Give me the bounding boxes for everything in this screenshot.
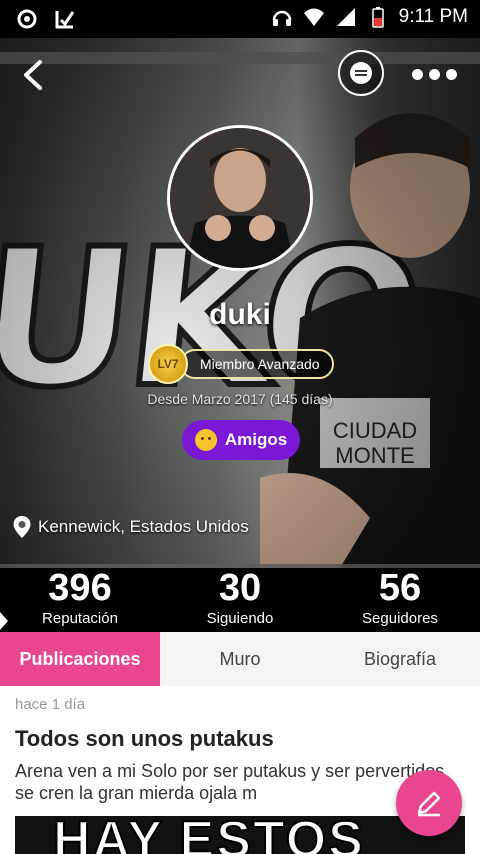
tab-muro[interactable]: Muro: [160, 632, 320, 686]
compose-button[interactable]: [396, 770, 462, 836]
stat-reputation[interactable]: 396 Reputación: [0, 568, 160, 632]
location-text: Kennewick, Estados Unidos: [38, 517, 249, 536]
avatar-photo: [170, 128, 310, 268]
post-title[interactable]: Todos son unos putakus: [15, 726, 274, 752]
friends-button[interactable]: Amigos: [182, 420, 300, 460]
post-timestamp: hace 1 día: [15, 696, 86, 713]
post-image[interactable]: HAY ESTOS: [15, 816, 465, 854]
stat-value: 56: [378, 567, 422, 609]
profile-stats: 396 Reputación 30 Siguiendo 56 Seguidore…: [0, 568, 480, 632]
tab-publicaciones[interactable]: Publicaciones: [0, 632, 160, 686]
post-image-text: HAY ESTOS: [52, 816, 365, 854]
location: Kennewick, Estados Unidos: [12, 515, 249, 539]
stat-value: 30: [218, 567, 262, 609]
status-bar: 9:11 PM: [0, 0, 480, 38]
stat-label: Siguiendo: [206, 610, 274, 627]
tab-biografia[interactable]: Biografía: [320, 632, 480, 686]
svg-text:MONTE: MONTE: [335, 443, 414, 468]
clock: 9:11 PM: [398, 6, 468, 27]
level-badge-row[interactable]: LV7 Miembro Avanzado: [148, 344, 334, 384]
level-crown-icon: LV7: [148, 344, 188, 384]
dot-icon: [429, 68, 440, 80]
signal-icon: [336, 8, 355, 26]
stat-label: Seguidores: [362, 610, 438, 627]
dot-icon: [412, 68, 423, 80]
smiley-icon: [194, 429, 217, 451]
location-pin-icon: [13, 516, 31, 538]
pencil-icon: [417, 791, 441, 817]
stat-following[interactable]: 30 Siguiendo: [160, 568, 320, 632]
dot-icon: [446, 68, 457, 80]
record-icon: [17, 9, 37, 29]
svg-text:CIUDAD: CIUDAD: [333, 418, 417, 443]
headset-icon: [272, 10, 291, 26]
friends-button-label: Amigos: [224, 430, 288, 449]
wifi-icon: [303, 8, 324, 26]
more-options-button[interactable]: [412, 64, 462, 84]
stat-followers[interactable]: 56 Seguidores: [320, 568, 480, 632]
chat-button[interactable]: [338, 50, 384, 96]
chat-bubble-icon: [350, 62, 372, 84]
back-button[interactable]: [18, 58, 48, 92]
stat-value: 396: [48, 567, 112, 609]
cover-top-band: [0, 52, 480, 64]
username: duki: [209, 298, 271, 331]
avatar[interactable]: [167, 125, 313, 271]
profile-tabs: Publicaciones Muro Biografía: [0, 632, 480, 686]
app-notification-icon: [55, 11, 75, 29]
stat-label: Reputación: [42, 610, 118, 627]
member-since: Desde Marzo 2017 (145 días): [147, 391, 333, 407]
level-title: Miembro Avanzado: [180, 349, 334, 379]
battery-icon: [371, 7, 384, 28]
